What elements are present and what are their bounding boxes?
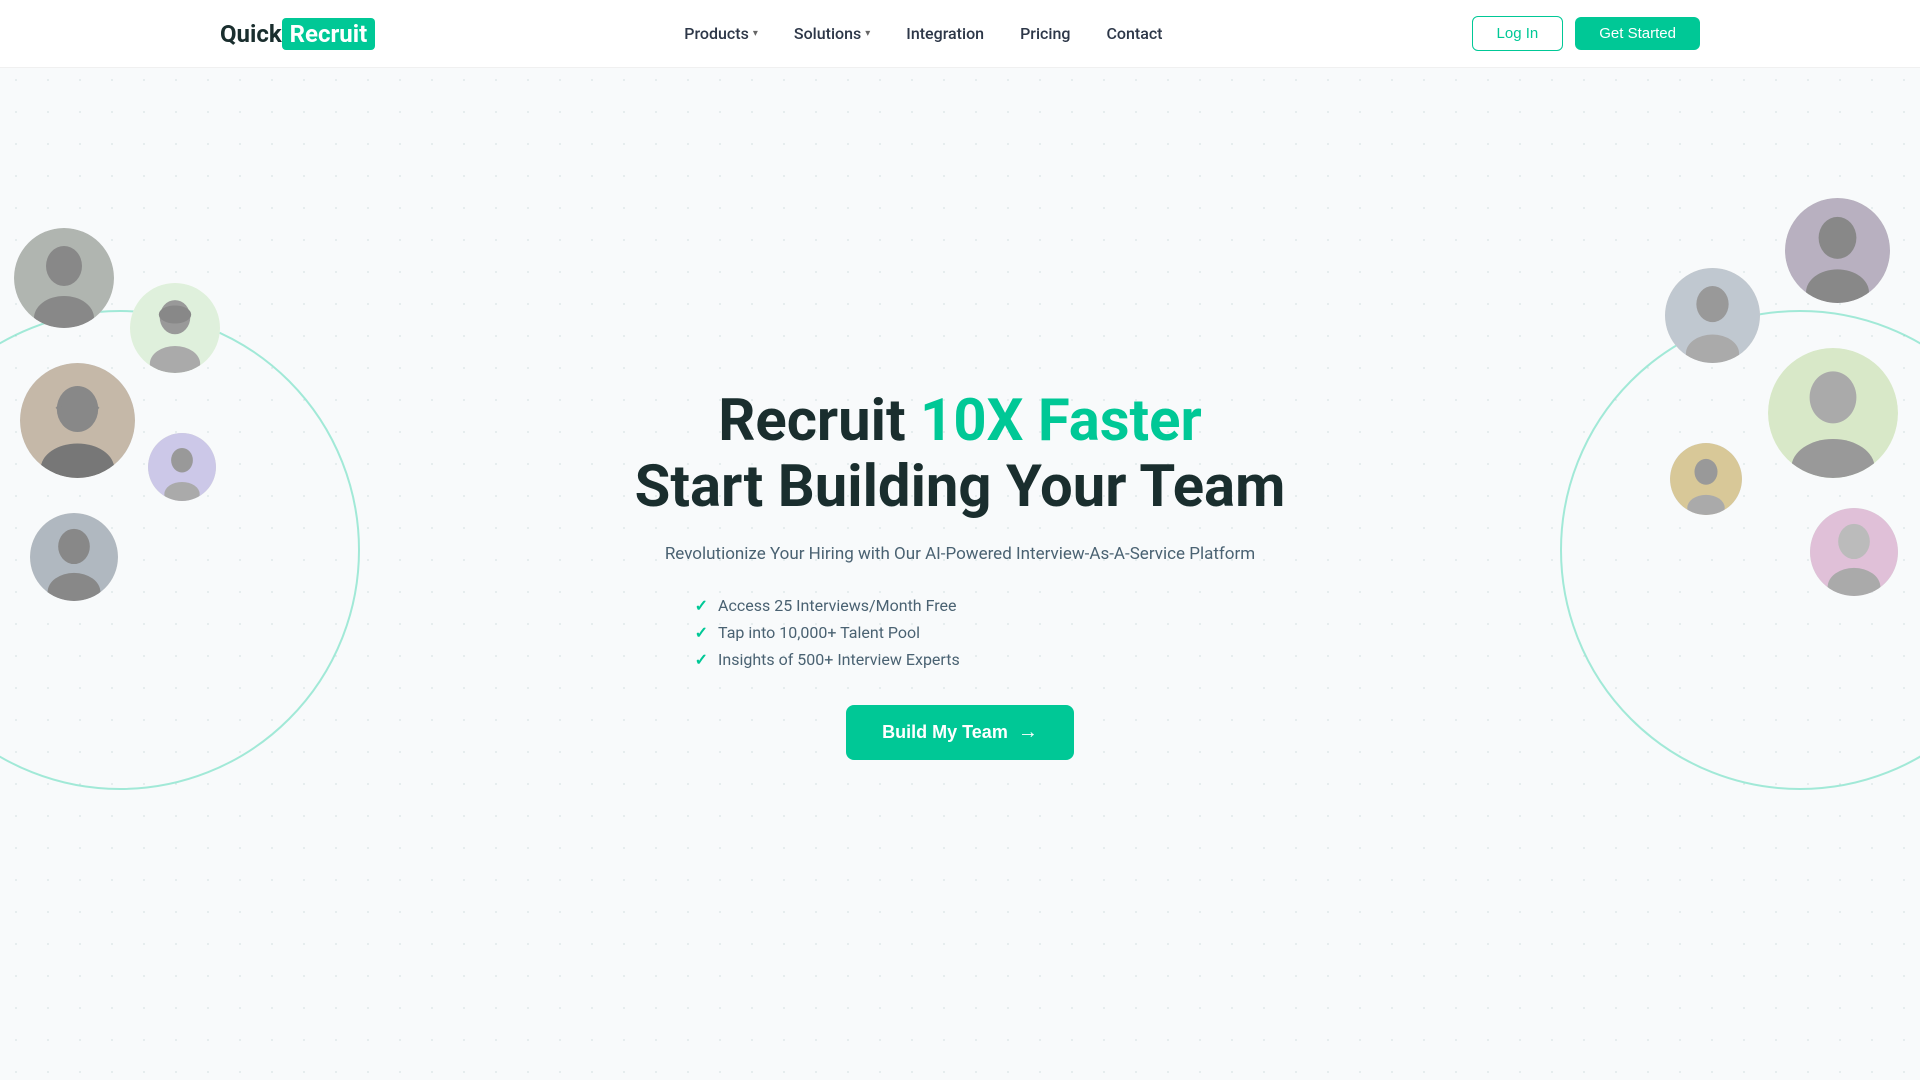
logo[interactable]: QuickRecruit (220, 18, 375, 50)
feature-item-2: ✓ Tap into 10,000+ Talent Pool (695, 623, 920, 642)
check-icon-2: ✓ (695, 623, 708, 642)
logo-quick: Quick (220, 20, 282, 48)
avatar-left-2 (130, 283, 220, 373)
nav-link-products[interactable]: Products ▾ (684, 24, 758, 43)
nav-link-contact[interactable]: Contact (1106, 24, 1162, 43)
check-icon-3: ✓ (695, 650, 708, 669)
feature-item-3: ✓ Insights of 500+ Interview Experts (695, 650, 960, 669)
logo-recruit: Recruit (282, 18, 376, 50)
build-my-team-button[interactable]: Build My Team → (846, 705, 1074, 760)
nav-link-integration[interactable]: Integration (906, 24, 984, 43)
nav-item-contact[interactable]: Contact (1106, 24, 1162, 43)
hero-content: Recruit 10X Faster Start Building Your T… (635, 388, 1286, 761)
nav-link-solutions[interactable]: Solutions ▾ (794, 24, 870, 43)
avatar-left-4 (148, 433, 216, 501)
chevron-down-icon: ▾ (865, 28, 870, 39)
nav-link-pricing[interactable]: Pricing (1020, 24, 1070, 43)
nav-actions: Log In Get Started (1472, 16, 1700, 51)
nav-item-products[interactable]: Products ▾ (684, 24, 758, 43)
chevron-down-icon: ▾ (753, 28, 758, 39)
avatar-left-3 (20, 363, 135, 478)
hero-subtitle: Revolutionize Your Hiring with Our AI-Po… (635, 541, 1286, 568)
avatar-left-5 (30, 513, 118, 601)
get-started-button[interactable]: Get Started (1575, 17, 1700, 50)
avatar-right-3 (1768, 348, 1898, 478)
nav-item-solutions[interactable]: Solutions ▾ (794, 24, 870, 43)
check-icon-1: ✓ (695, 596, 708, 615)
hero-title-line1: Recruit 10X Faster (635, 388, 1286, 455)
avatar-left-1 (14, 228, 114, 328)
avatar-right-5 (1810, 508, 1898, 596)
feature-item-1: ✓ Access 25 Interviews/Month Free (695, 596, 957, 615)
avatar-right-4 (1670, 443, 1742, 515)
hero-features: ✓ Access 25 Interviews/Month Free ✓ Tap … (635, 596, 1286, 669)
hero-title-line2: Start Building Your Team (635, 454, 1286, 521)
avatar-right-2 (1665, 268, 1760, 363)
nav-links: Products ▾ Solutions ▾ Integration Prici… (684, 24, 1162, 43)
arrow-right-icon: → (1018, 721, 1038, 744)
nav-item-pricing[interactable]: Pricing (1020, 24, 1070, 43)
avatar-right-1 (1785, 198, 1890, 303)
nav-item-integration[interactable]: Integration (906, 24, 984, 43)
navbar: QuickRecruit Products ▾ Solutions ▾ Inte… (0, 0, 1920, 68)
hero-title-accent: 10X Faster (920, 387, 1202, 455)
login-button[interactable]: Log In (1472, 16, 1564, 51)
hero-section: Recruit 10X Faster Start Building Your T… (0, 68, 1920, 1080)
